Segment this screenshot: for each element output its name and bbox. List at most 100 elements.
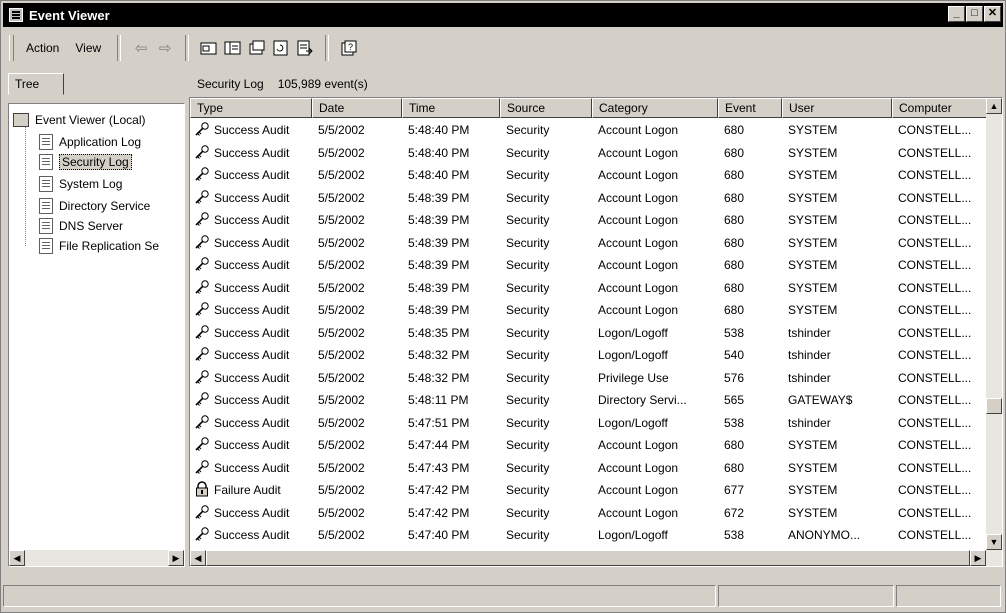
cell-event: 680 xyxy=(724,438,745,452)
scroll-right-icon[interactable]: ▶ xyxy=(970,550,986,566)
table-row[interactable]: Success Audit 5/5/2002 5:47:42 PM Security A… xyxy=(190,502,988,524)
cell-computer: CONSTELL... xyxy=(898,348,972,362)
table-row[interactable]: Success Audit 5/5/2002 5:48:32 PM Security L… xyxy=(190,344,988,366)
export-list-icon[interactable] xyxy=(293,36,317,60)
cell-date: 5/5/2002 xyxy=(318,348,365,362)
cell-computer: CONSTELL... xyxy=(898,393,972,407)
close-button[interactable]: ✕ xyxy=(984,6,1001,22)
tab-tree[interactable]: Tree xyxy=(8,73,64,95)
log-icon xyxy=(39,154,53,170)
table-row[interactable]: Success Audit 5/5/2002 5:47:44 PM Security A… xyxy=(190,434,988,456)
cell-date: 5/5/2002 xyxy=(318,168,365,182)
cell-date: 5/5/2002 xyxy=(318,393,365,407)
scroll-left-icon[interactable]: ◀ xyxy=(190,550,206,566)
table-row[interactable]: Success Audit 5/5/2002 5:48:40 PM Security A… xyxy=(190,142,988,164)
scroll-thumb-horizontal[interactable] xyxy=(206,550,970,566)
cell-type: Success Audit xyxy=(214,168,290,182)
table-row[interactable]: Success Audit 5/5/2002 5:48:39 PM Security A… xyxy=(190,254,988,276)
table-row[interactable]: Success Audit 5/5/2002 5:48:40 PM Security A… xyxy=(190,119,988,141)
table-row[interactable]: Success Audit 5/5/2002 5:48:39 PM Security A… xyxy=(190,277,988,299)
column-header-type[interactable]: Type xyxy=(190,98,312,118)
tree-item-application-log[interactable]: Application Log xyxy=(39,132,141,152)
cell-category: Account Logon xyxy=(598,505,679,520)
forward-arrow-icon[interactable]: ⇨ xyxy=(153,36,177,60)
cell-time: 5:48:32 PM xyxy=(408,370,470,385)
tree-item-dns-server[interactable]: DNS Server xyxy=(39,216,123,236)
cell-source: Security xyxy=(506,348,550,362)
cell-user: GATEWAY$ xyxy=(788,393,853,407)
cell-event: 576 xyxy=(724,370,745,385)
log-icon xyxy=(39,238,53,254)
vertical-scrollbar[interactable]: ▲ ▼ xyxy=(986,98,1002,550)
column-header-user[interactable]: User xyxy=(782,98,892,118)
up-folder-icon[interactable] xyxy=(197,36,221,60)
cell-source: Security xyxy=(506,370,550,385)
cell-time: 5:48:35 PM xyxy=(408,325,470,340)
cell-computer: CONSTELL... xyxy=(898,505,972,520)
key-icon xyxy=(194,324,210,340)
svg-text:?: ? xyxy=(348,42,353,52)
minimize-button[interactable]: _ xyxy=(948,6,965,22)
cell-source: Security xyxy=(506,415,550,430)
help-icon[interactable]: ? xyxy=(337,36,361,60)
table-row[interactable]: Success Audit 5/5/2002 5:48:32 PM Security P… xyxy=(190,367,988,389)
status-cell-3 xyxy=(896,585,1001,607)
log-icon xyxy=(39,218,53,234)
table-row[interactable]: Success Audit 5/5/2002 5:48:39 PM Security A… xyxy=(190,187,988,209)
column-header-time[interactable]: Time xyxy=(402,98,500,118)
table-row[interactable]: Success Audit 5/5/2002 5:48:35 PM Security L… xyxy=(190,322,988,344)
column-header-event[interactable]: Event xyxy=(718,98,782,118)
table-row[interactable]: Success Audit 5/5/2002 5:48:40 PM Security A… xyxy=(190,164,988,186)
tree-horizontal-scrollbar[interactable]: ◀ ▶ xyxy=(9,550,184,566)
scroll-left-icon[interactable]: ◀ xyxy=(9,550,25,566)
scroll-down-icon[interactable]: ▼ xyxy=(986,534,1002,550)
tree-item-label: DNS Server xyxy=(59,219,124,233)
table-row[interactable]: Success Audit 5/5/2002 5:47:43 PM Security A… xyxy=(190,457,988,479)
cell-event: 540 xyxy=(724,348,745,362)
maximize-button[interactable]: □ xyxy=(966,6,983,22)
table-row[interactable]: Success Audit 5/5/2002 5:48:11 PM Security D… xyxy=(190,389,988,411)
cell-time: 5:48:40 PM xyxy=(408,168,470,182)
list-horizontal-scrollbar[interactable]: ◀ ▶ xyxy=(190,550,1002,566)
table-row[interactable]: Success Audit 5/5/2002 5:48:39 PM Security A… xyxy=(190,299,988,321)
tree-item-directory-service[interactable]: Directory Service xyxy=(39,196,150,216)
cell-event: 680 xyxy=(724,213,745,227)
show-hide-tree-icon[interactable] xyxy=(221,36,245,60)
table-row[interactable]: Success Audit 5/5/2002 5:48:39 PM Security A… xyxy=(190,209,988,231)
column-header-date[interactable]: Date xyxy=(312,98,402,118)
table-row[interactable]: Success Audit 5/5/2002 5:48:39 PM Security A… xyxy=(190,232,988,254)
cell-source: Security xyxy=(506,190,550,205)
tree-root[interactable]: Event Viewer (Local) xyxy=(13,110,146,130)
tree-view[interactable]: Event Viewer (Local) Application Log Sec… xyxy=(8,103,185,567)
cell-event: 680 xyxy=(724,460,745,475)
refresh-icon[interactable] xyxy=(269,36,293,60)
key-icon xyxy=(194,166,210,182)
title-bar[interactable]: Event Viewer _ □ ✕ xyxy=(3,3,1003,27)
cell-source: Security xyxy=(506,168,550,182)
properties-icon[interactable] xyxy=(245,36,269,60)
table-row[interactable]: Failure Audit 5/5/2002 5:47:42 PM Security A… xyxy=(190,479,988,501)
table-row[interactable]: Success Audit 5/5/2002 5:47:51 PM Security L… xyxy=(190,412,988,434)
menu-view[interactable]: View xyxy=(67,41,109,55)
scroll-up-icon[interactable]: ▲ xyxy=(986,98,1002,114)
tree-item-file-replication[interactable]: File Replication Se xyxy=(39,236,159,256)
scroll-thumb[interactable] xyxy=(986,398,1002,414)
cell-date: 5/5/2002 xyxy=(318,303,365,317)
cell-time: 5:48:40 PM xyxy=(408,145,470,160)
cell-time: 5:48:40 PM xyxy=(408,123,470,137)
tree-item-system-log[interactable]: System Log xyxy=(39,174,122,194)
key-icon xyxy=(194,234,210,250)
column-header-source[interactable]: Source xyxy=(500,98,592,118)
event-count: 105,989 event(s) xyxy=(277,77,368,91)
column-header-computer[interactable]: Computer xyxy=(892,98,988,118)
table-row[interactable]: Success Audit 5/5/2002 5:47:40 PM Security L… xyxy=(190,524,988,546)
back-arrow-icon[interactable]: ⇦ xyxy=(129,36,153,60)
column-header-category[interactable]: Category xyxy=(592,98,718,118)
event-viewer-icon xyxy=(9,8,23,22)
event-list[interactable]: Type Date Time Source Category Event User Compu… xyxy=(189,97,1003,567)
cell-source: Security xyxy=(506,280,550,295)
scroll-right-icon[interactable]: ▶ xyxy=(168,550,184,566)
tree-item-security-log[interactable]: Security Log xyxy=(39,152,132,172)
cell-computer: CONSTELL... xyxy=(898,145,972,160)
menu-action[interactable]: Action xyxy=(18,41,67,55)
